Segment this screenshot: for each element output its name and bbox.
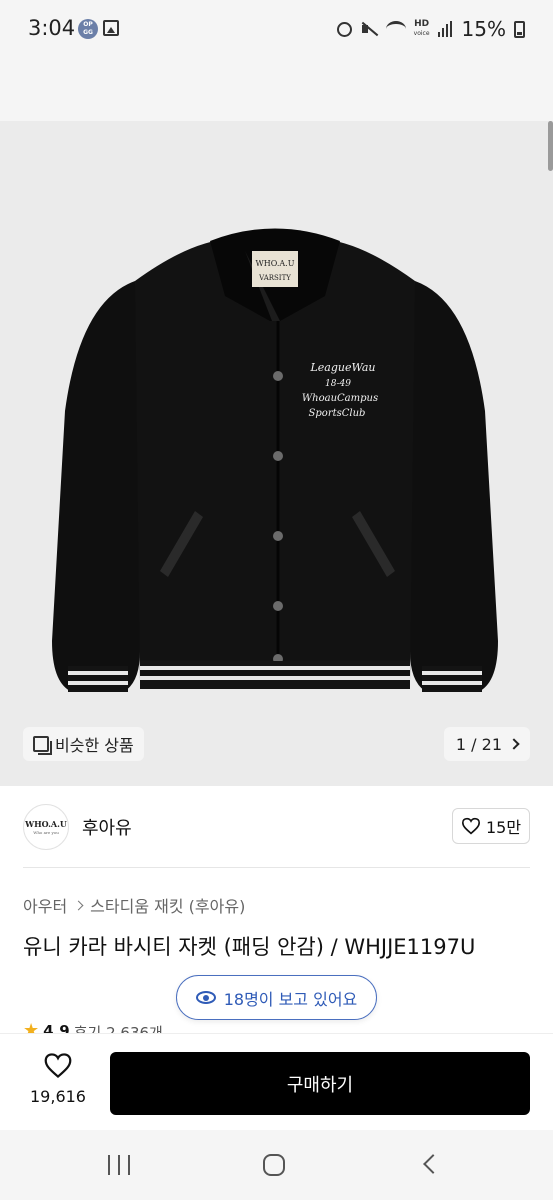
copy-stack-icon [33,736,52,755]
viewers-text: 18명이 보고 있어요 [223,989,358,1009]
breadcrumb: 아우터 스타디움 재킷 (후아유) [23,893,245,917]
similar-products-button[interactable]: 비슷한 상품 [23,727,144,761]
viewers-badge: 18명이 보고 있어요 [176,975,377,1020]
embroidery-line-2: 18-49 [325,379,351,389]
brand-name-link[interactable]: 후아유 [82,814,132,840]
status-bar: 3:04 OP GG HD voice 15% [0,0,553,58]
product-image-carousel[interactable]: WHO.A.U VARSITY LeagueWau 18-49 WhoauCam… [0,121,553,786]
brand-logo[interactable]: WHO.A.U Who are you [23,804,69,850]
image-pager-button[interactable]: 1 / 21 [443,727,530,761]
purchase-bar: 19,616 구매하기 [0,1033,553,1130]
recent-apps-icon[interactable] [108,1155,130,1175]
hd-voice-icon: HD voice [413,19,430,38]
embroidery-line-1: LeagueWau [309,361,375,374]
mute-icon [360,21,378,37]
chevron-right-icon [508,738,520,750]
image-pager-text: 1 / 21 [455,734,502,754]
gallery-notification-icon [103,20,119,36]
battery-icon [514,20,525,38]
home-icon[interactable] [263,1154,285,1176]
system-nav-bar [0,1130,553,1200]
alarm-icon [336,21,352,37]
heart-icon [461,817,480,835]
breadcrumb-item-category[interactable]: 스타디움 재킷 (후아유) [90,893,245,917]
embroidery-line-4: SportsClub [309,408,366,419]
opgg-notification-icon: OP GG [78,19,98,39]
patch-text-bottom: VARSITY [258,274,291,282]
brand-row: WHO.A.U Who are you 후아유 15만 [0,786,553,868]
scrollbar[interactable] [548,121,553,171]
eye-icon [195,991,216,1004]
back-icon[interactable] [423,1154,443,1174]
wifi-icon [385,21,406,37]
header-spacer [0,58,553,121]
wishlist-count: 19,616 [30,1087,86,1106]
battery-percent: 15% [461,17,506,41]
signal-icon [437,21,454,37]
product-title: 유니 카라 바시티 자켓 (패딩 안감) / WHJJE1197U [23,935,476,959]
status-icons: HD voice 15% [336,16,525,42]
brand-like-button[interactable]: 15만 [452,808,530,844]
status-time: 3:04 [28,16,76,40]
buy-button[interactable]: 구매하기 [110,1052,530,1115]
embroidery-line-3: WhoauCampus [302,393,378,404]
wishlist-button[interactable]: 19,616 [22,1052,94,1106]
brand-like-count: 15만 [485,818,522,837]
heart-icon [44,1053,72,1079]
similar-products-label: 비슷한 상품 [55,736,134,755]
breadcrumb-item-outer[interactable]: 아우터 [23,893,67,917]
chevron-right-icon [73,900,84,910]
product-image: WHO.A.U VARSITY LeagueWau 18-49 WhoauCam… [52,228,498,692]
divider [23,867,530,868]
patch-text-top: WHO.A.U [256,259,295,268]
